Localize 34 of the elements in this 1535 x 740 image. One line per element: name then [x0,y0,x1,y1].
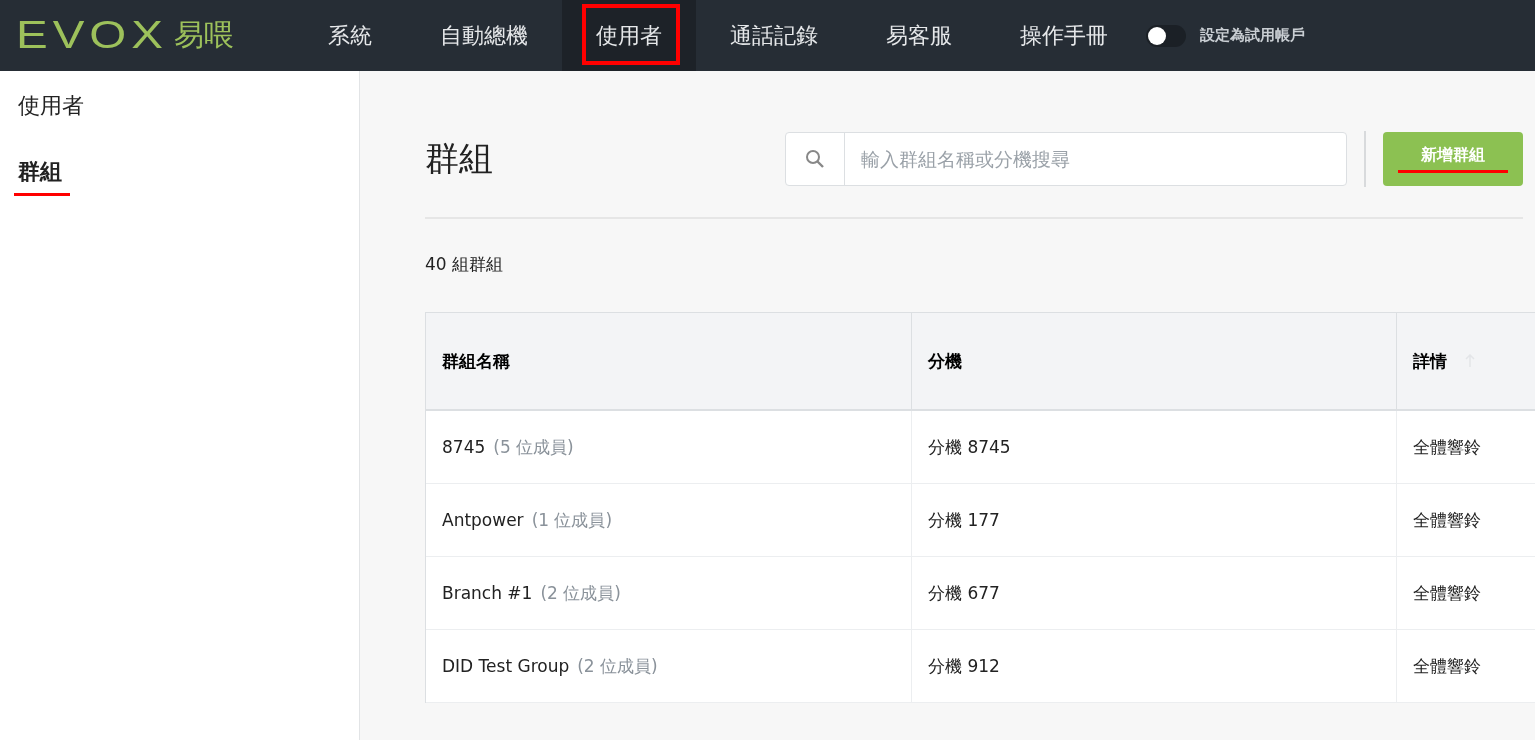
nav-tab[interactable]: 自動總機 [406,0,562,71]
logo-text: 易喂 [173,16,234,54]
table-cell: 分機 177 [928,508,1000,532]
page-title: 群組 [425,137,494,180]
sidebar-item[interactable]: 使用者 [18,91,359,121]
nav-tab[interactable]: 系統 [294,0,406,71]
sidebar-item[interactable]: 群組 [18,157,359,187]
group-name[interactable]: Antpower [442,510,524,530]
table-cell: 分機 677 [928,581,1000,605]
member-count: (2 位成員) [577,654,658,678]
table-cell: 全體響鈴 [1413,654,1481,678]
table-cell: 分機 8745 [928,435,1011,459]
group-name[interactable]: 8745 [442,437,486,457]
member-count: (2 位成員) [540,581,621,605]
toggle-switch[interactable] [1146,24,1186,47]
group-count: 40 組群組 [425,253,505,276]
column-header[interactable]: 分機 [912,313,1397,411]
member-count: (5 位成員) [493,435,574,459]
search-icon [805,149,825,169]
nav-tab[interactable]: 易客服 [852,0,986,71]
table-cell: 分機 912 [928,654,1000,678]
logo-text: EVOX [16,14,168,57]
column-header[interactable]: 詳情 [1397,313,1535,411]
group-name[interactable]: DID Test Group [442,656,570,676]
nav-tab[interactable]: 通話記錄 [696,0,852,71]
nav-tab[interactable]: 操作手冊 [986,0,1142,71]
toggle-label: 設定為試用帳戶 [1200,26,1305,45]
nav-tab[interactable]: 使用者 [562,0,696,71]
column-header[interactable]: 群組名稱 [426,313,912,411]
member-count: (1 位成員) [531,508,613,532]
group-name[interactable]: Branch #1 [442,583,533,603]
table-cell: 全體響鈴 [1413,508,1481,532]
table-cell: 全體響鈴 [1413,581,1481,605]
table-cell: 全體響鈴 [1413,435,1481,459]
